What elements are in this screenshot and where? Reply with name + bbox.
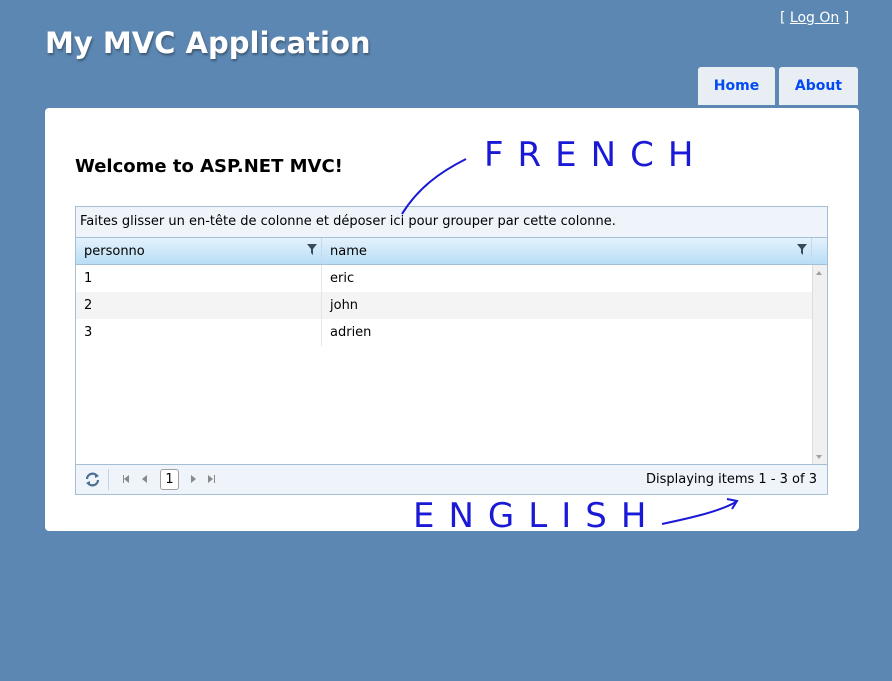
- grid-header: personno name: [76, 238, 827, 265]
- menu-tab-about[interactable]: About: [779, 67, 858, 105]
- cell-personno: 1: [76, 265, 322, 292]
- scroll-down-icon[interactable]: [816, 455, 822, 459]
- filter-icon[interactable]: [307, 244, 317, 255]
- grid-pager: 1 Displaying items 1 - 3 of 3: [76, 464, 827, 494]
- app-title: My MVC Application: [45, 26, 371, 60]
- column-header-label: personno: [84, 244, 145, 259]
- menu-tab-home[interactable]: Home: [698, 67, 775, 105]
- data-grid: Faites glisser un en-tête de colonne et …: [75, 206, 828, 495]
- cell-name: john: [330, 298, 359, 313]
- cell-name: adrien: [330, 325, 372, 340]
- pager-info: Displaying items 1 - 3 of 3: [646, 472, 817, 487]
- grid-body: 1 eric 2 john 3 adrien: [76, 265, 827, 465]
- welcome-heading: Welcome to ASP.NET MVC!: [75, 156, 343, 177]
- scroll-up-icon[interactable]: [816, 271, 822, 275]
- main-menu: Home About: [698, 67, 858, 105]
- cell-personno: 3: [76, 319, 322, 346]
- table-row[interactable]: 3 adrien: [76, 319, 812, 346]
- logon-bracket-close: ]: [839, 10, 850, 26]
- pager-divider: [108, 469, 109, 490]
- next-page-icon[interactable]: [191, 475, 196, 483]
- cell-personno: 2: [76, 292, 322, 319]
- prev-page-icon[interactable]: [142, 475, 147, 483]
- annotation-french: FRENCH: [484, 135, 708, 175]
- cell-name: eric: [330, 271, 355, 286]
- table-row[interactable]: 1 eric: [76, 265, 812, 292]
- current-page-number[interactable]: 1: [160, 469, 179, 490]
- column-header-name[interactable]: name: [322, 238, 812, 264]
- column-header-label: name: [330, 244, 367, 259]
- filter-icon[interactable]: [797, 244, 807, 255]
- table-row[interactable]: 2 john: [76, 292, 812, 319]
- refresh-icon[interactable]: [84, 471, 101, 488]
- vertical-scrollbar[interactable]: [812, 265, 827, 465]
- header-spacer: [812, 238, 827, 264]
- group-panel[interactable]: Faites glisser un en-tête de colonne et …: [76, 207, 827, 238]
- annotation-english: ENGLISH: [413, 496, 661, 536]
- grid-rows: 1 eric 2 john 3 adrien: [76, 265, 812, 465]
- logon-bracket-open: [: [780, 10, 790, 26]
- main-content: Welcome to ASP.NET MVC! Faites glisser u…: [45, 108, 859, 531]
- column-header-personno[interactable]: personno: [76, 238, 322, 264]
- log-on-link[interactable]: Log On: [790, 10, 839, 26]
- logon-area: [ Log On ]: [780, 10, 849, 26]
